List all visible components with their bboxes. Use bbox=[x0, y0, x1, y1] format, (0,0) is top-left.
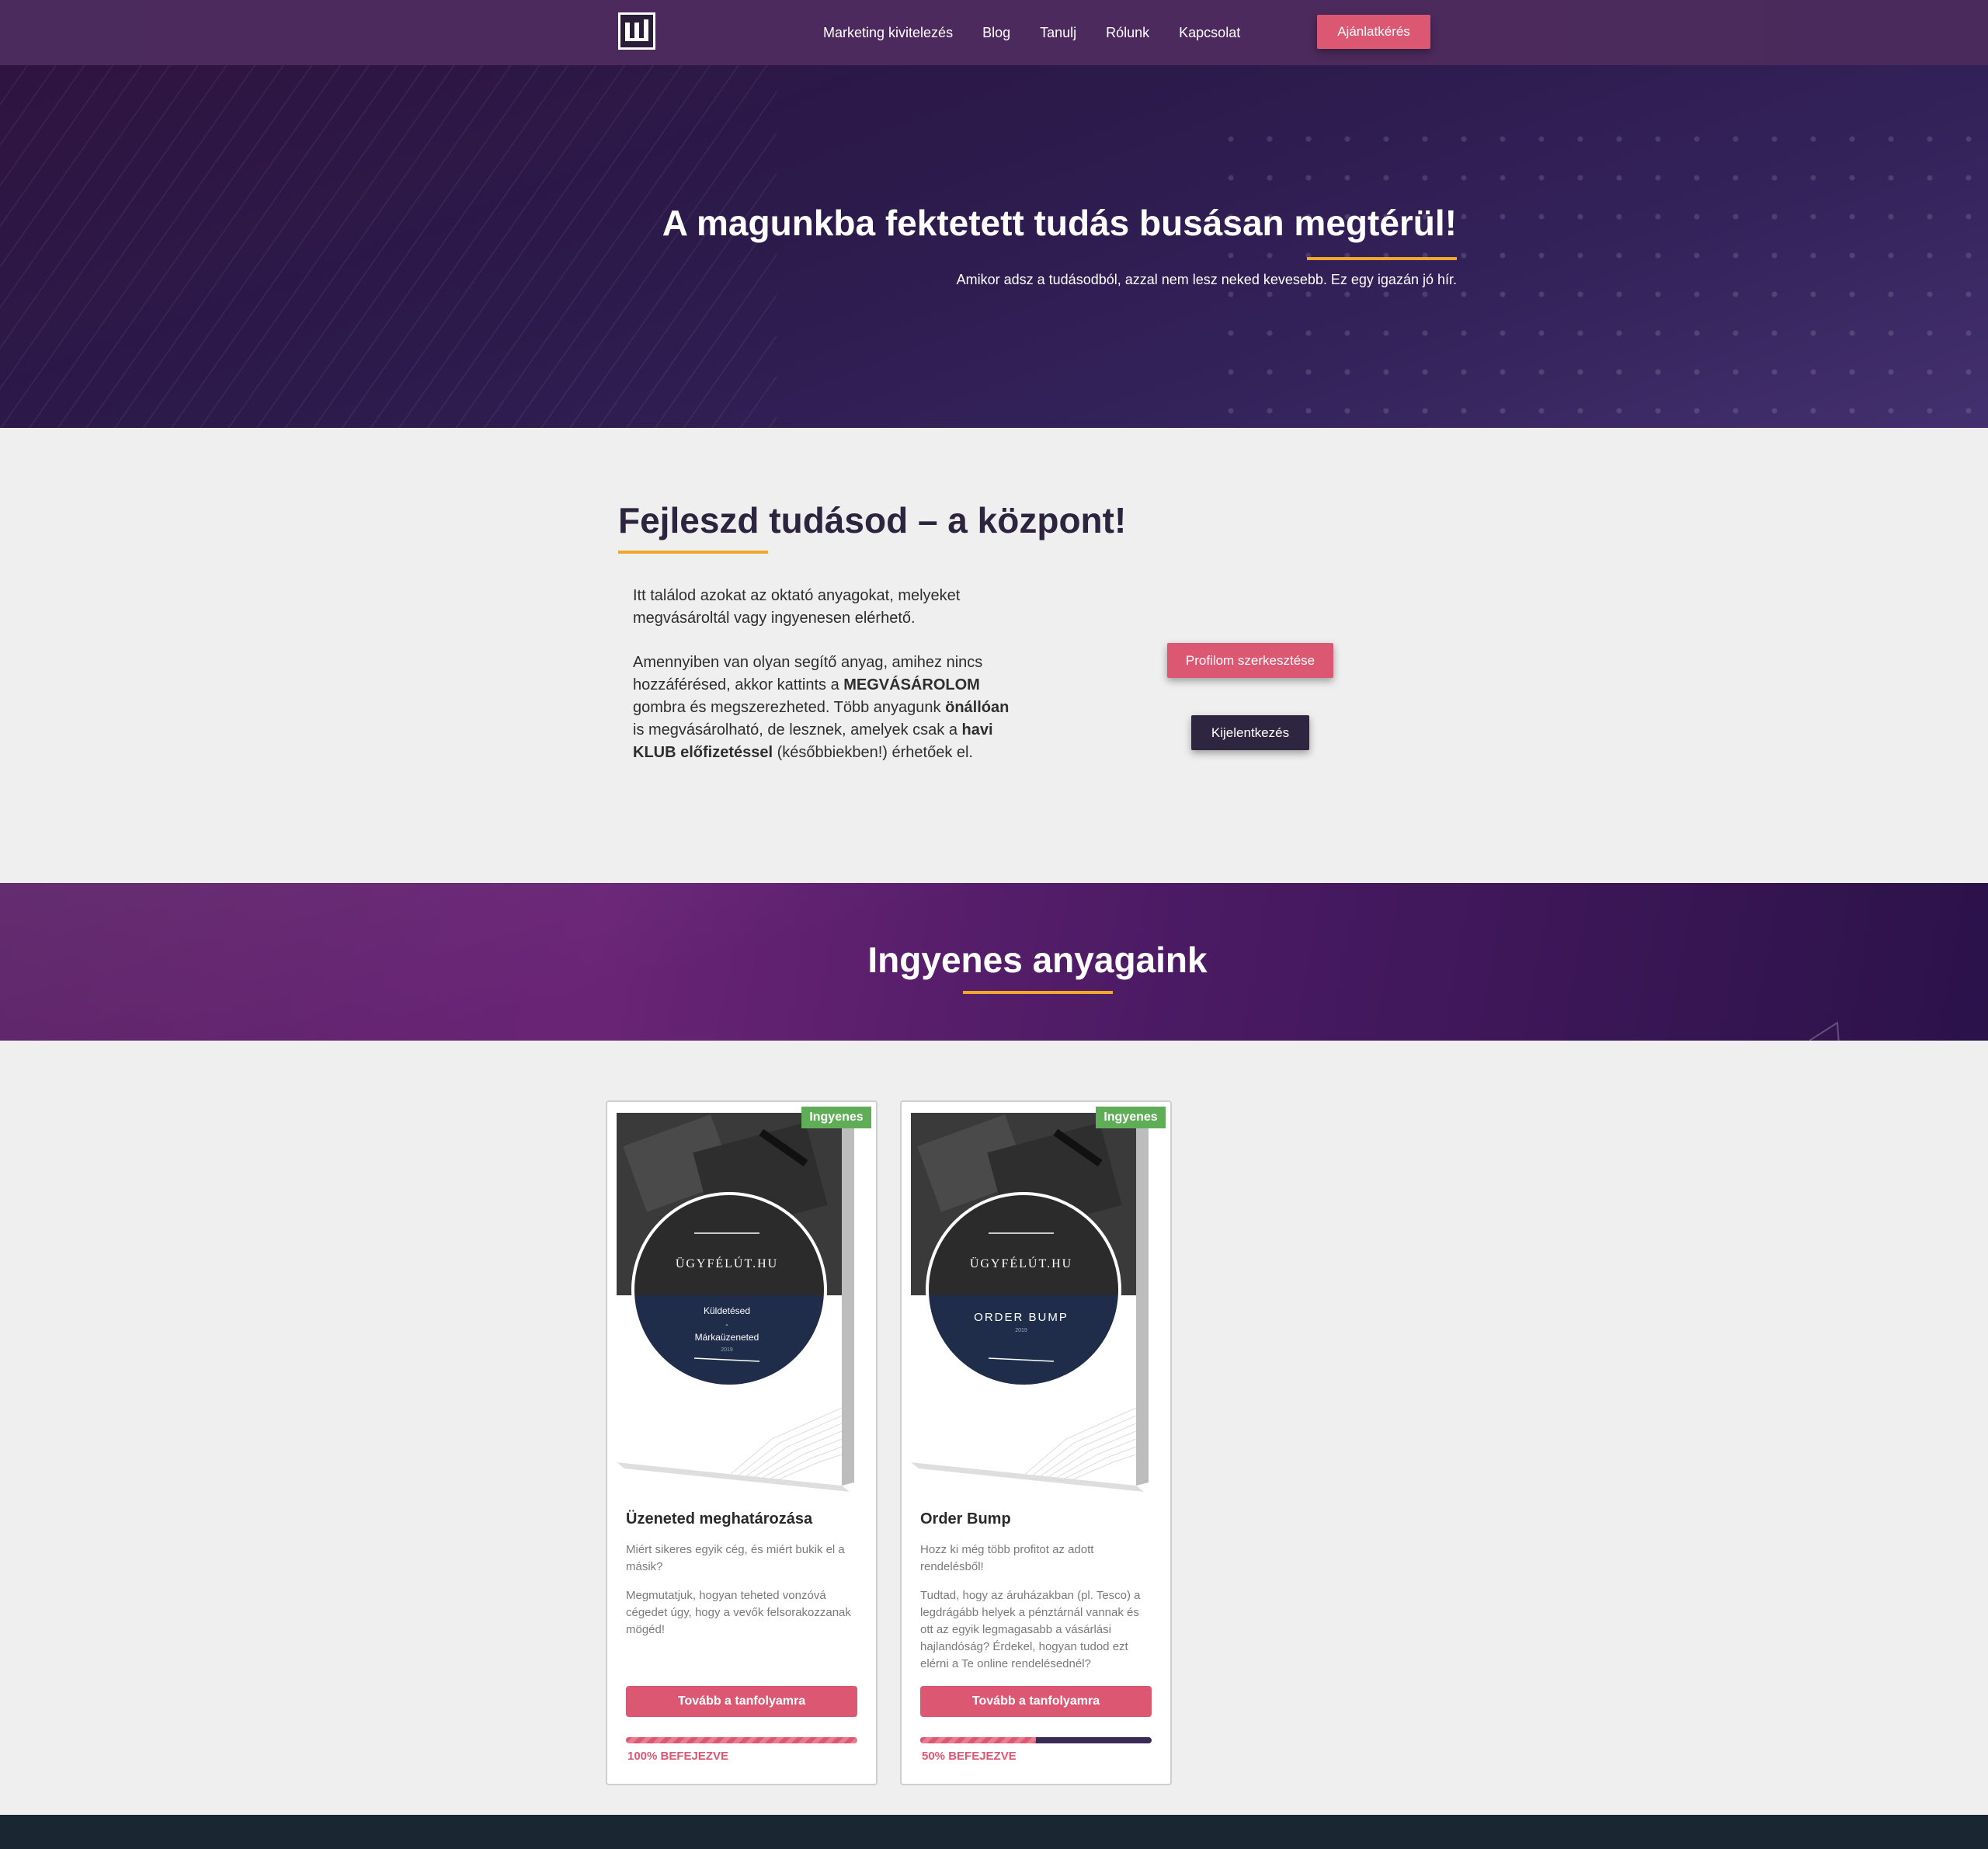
course-card: ÜGYFÉLÚT.HU ORDER BUMP 2019 Ingyenes Ord… bbox=[900, 1100, 1172, 1785]
free-materials-banner: Ingyenes anyagaink bbox=[0, 883, 1988, 1041]
course-cover-image[interactable]: ÜGYFÉLÚT.HU Küldetésed - Márkaüzeneted 2… bbox=[617, 1113, 864, 1493]
course-title: Order Bump bbox=[920, 1510, 1011, 1528]
intro-paragraph-1: Itt találod azokat az oktató anyagokat, … bbox=[633, 587, 961, 627]
course-description-lead: Miért sikeres egyik cég, és miért bukik … bbox=[626, 1543, 845, 1573]
course-description-body: Megmutatjuk, hogyan teheted vonzóvá cége… bbox=[626, 1589, 851, 1636]
svg-text:ORDER BUMP: ORDER BUMP bbox=[974, 1311, 1069, 1324]
svg-text:ÜGYFÉLÚT.HU: ÜGYFÉLÚT.HU bbox=[970, 1256, 1072, 1270]
course-progress-bar bbox=[920, 1737, 1152, 1743]
course-description-lead: Hozz ki még több profitot az adott rende… bbox=[920, 1543, 1094, 1573]
course-cover-image[interactable]: ÜGYFÉLÚT.HU ORDER BUMP 2019 bbox=[911, 1113, 1158, 1493]
continue-course-button[interactable]: Tovább a tanfolyamra bbox=[626, 1686, 857, 1717]
quote-request-button[interactable]: Ajánlatkérés bbox=[1317, 15, 1430, 49]
intro-text: Itt találod azokat az oktató anyagokat, … bbox=[633, 585, 1021, 786]
logo-icon[interactable] bbox=[618, 12, 655, 50]
nav-link-marketing[interactable]: Marketing kivitelezés bbox=[823, 25, 953, 41]
course-description: Hozz ki még több profitot az adott rende… bbox=[920, 1541, 1153, 1684]
hero-subtitle: Amikor adsz a tudásodból, azzal nem lesz… bbox=[956, 272, 1457, 287]
continue-course-button[interactable]: Tovább a tanfolyamra bbox=[920, 1686, 1152, 1717]
nav-link-rolunk[interactable]: Rólunk bbox=[1106, 25, 1149, 41]
hero-stripe-pattern bbox=[0, 65, 777, 428]
svg-text:Küldetésed: Küldetésed bbox=[704, 1305, 750, 1316]
intro-paragraph-2: Amennyiben van olyan segítő anyag, amihe… bbox=[633, 654, 1010, 761]
logout-button[interactable]: Kijelentkezés bbox=[1191, 715, 1309, 750]
free-badge: Ingyenes bbox=[801, 1107, 871, 1128]
triangle-decoration-icon bbox=[1809, 1021, 1840, 1041]
edit-profile-button[interactable]: Profilom szerkesztése bbox=[1167, 643, 1333, 678]
progress-fill bbox=[920, 1737, 1036, 1743]
nav-link-blog[interactable]: Blog bbox=[982, 25, 1010, 41]
free-badge: Ingyenes bbox=[1096, 1107, 1166, 1128]
course-description: Miért sikeres egyik cég, és miért bukik … bbox=[626, 1541, 859, 1650]
svg-text:ÜGYFÉLÚT.HU: ÜGYFÉLÚT.HU bbox=[676, 1256, 778, 1270]
svg-text:2019: 2019 bbox=[721, 1347, 733, 1353]
hero-section: A magunkba fektetett tudás busásan megté… bbox=[0, 65, 1988, 428]
courses-area: ÜGYFÉLÚT.HU Küldetésed - Márkaüzeneted 2… bbox=[0, 1041, 1988, 1815]
nav-link-tanulj[interactable]: Tanulj bbox=[1040, 25, 1076, 41]
navbar-inner: Marketing kivitelezés Blog Tanulj Rólunk… bbox=[618, 0, 1430, 65]
course-title: Üzeneted meghatározása bbox=[626, 1510, 813, 1528]
intro-title: Fejleszd tudásod – a központ! bbox=[618, 500, 1127, 540]
course-description-body: Tudtad, hogy az áruházakban (pl. Tesco) … bbox=[920, 1589, 1141, 1670]
course-card: ÜGYFÉLÚT.HU Küldetésed - Márkaüzeneted 2… bbox=[606, 1100, 878, 1785]
progress-fill bbox=[626, 1737, 857, 1743]
svg-text:2019: 2019 bbox=[1015, 1328, 1027, 1333]
free-materials-title: Ingyenes anyagaink bbox=[867, 940, 1208, 980]
svg-text:-: - bbox=[725, 1321, 728, 1329]
course-progress-bar bbox=[626, 1737, 857, 1743]
free-materials-underline bbox=[963, 991, 1113, 994]
intro-title-underline bbox=[618, 551, 768, 554]
progress-label: 50% BEFEJEZVE bbox=[922, 1750, 1017, 1763]
intro-section: Fejleszd tudásod – a központ! Itt találo… bbox=[0, 428, 1988, 883]
main-nav: Marketing kivitelezés Blog Tanulj Rólunk… bbox=[823, 0, 1240, 65]
hero-title: A magunkba fektetett tudás busásan megté… bbox=[662, 203, 1457, 243]
top-navbar: Marketing kivitelezés Blog Tanulj Rólunk… bbox=[0, 0, 1988, 65]
nav-link-kapcsolat[interactable]: Kapcsolat bbox=[1179, 25, 1240, 41]
svg-text:Márkaüzeneted: Márkaüzeneted bbox=[695, 1332, 759, 1343]
hero-title-underline bbox=[1307, 257, 1457, 260]
progress-label: 100% BEFEJEZVE bbox=[627, 1750, 729, 1763]
footer-bar bbox=[0, 1815, 1988, 1849]
